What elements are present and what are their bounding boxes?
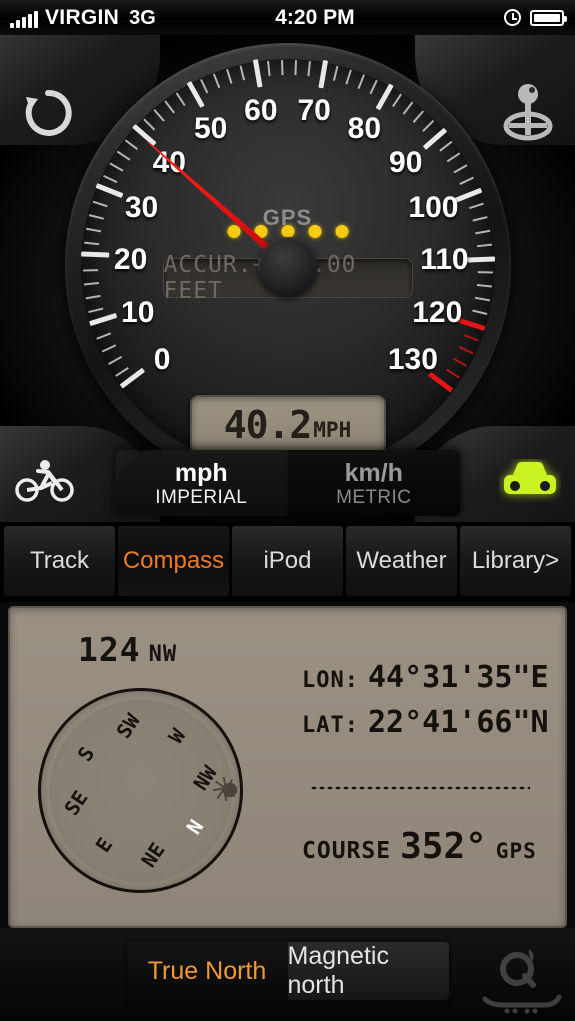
unit-selector[interactable]: mph IMPERIAL km/h METRIC (115, 450, 460, 516)
clock-icon (504, 9, 521, 26)
latitude-value: 22°41'66"N (367, 705, 549, 740)
unit-imperial-label: IMPERIAL (155, 486, 248, 508)
dial-label-110: 110 (420, 243, 469, 277)
dial-label-20: 20 (113, 243, 148, 277)
tab-bar: Track Compass iPod Weather Library> (0, 522, 575, 602)
true-north-button[interactable]: True North (126, 942, 288, 1000)
tab-library[interactable]: Library> (460, 526, 571, 596)
course-value: 352° (400, 826, 487, 867)
reset-button[interactable] (18, 83, 78, 143)
gps-dot (335, 225, 348, 238)
unit-option-metric[interactable]: km/h METRIC (287, 450, 460, 516)
speed-display: 40.2 MPH (189, 395, 386, 455)
dial-label-70: 70 (297, 94, 331, 128)
tab-weather[interactable]: Weather (346, 526, 457, 596)
tab-track[interactable]: Track (4, 526, 115, 596)
compass-heading: 124 NW (78, 630, 177, 669)
unit-option-imperial[interactable]: mph IMPERIAL (115, 450, 288, 516)
heading-degrees: 124 (78, 630, 141, 669)
network-type: 3G (129, 7, 156, 29)
unit-imperial-abbr: mph (174, 458, 228, 487)
bicycle-icon (15, 460, 74, 502)
dial-label-90: 90 (389, 145, 423, 179)
compass-rose[interactable]: N NE E SE S SW W NW (38, 688, 243, 893)
course-source: GPS (495, 839, 537, 863)
bottom-bar: True North Magnetic north (0, 928, 575, 1021)
tab-ipod[interactable]: iPod (232, 526, 343, 596)
north-mode-selector[interactable]: True North Magnetic north (126, 942, 449, 1000)
battery-icon (530, 9, 567, 26)
signal-bars-icon (10, 10, 38, 28)
course-label: COURSE (302, 838, 392, 864)
unit-metric-label: METRIC (336, 486, 412, 508)
latitude-label: LAT: (302, 713, 359, 738)
needle-hub (258, 237, 317, 295)
unit-metric-abbr: km/h (344, 458, 403, 487)
dial-label-50: 50 (193, 112, 228, 146)
gear-shift-icon (503, 84, 553, 141)
gps-dot (308, 225, 321, 238)
dial-label-30: 30 (124, 191, 159, 225)
reset-arrow-icon (25, 89, 72, 136)
status-bar: VIRGIN 3G 4:20 PM (0, 0, 575, 35)
latitude-row: LAT: 22°41'66"N (302, 705, 549, 740)
longitude-label: LON: (302, 668, 359, 693)
dial-label-10: 10 (121, 296, 155, 330)
speed-value: 40.2 (223, 403, 313, 447)
speedometer-panel: 0102030405060708090100110120130 GPS ACCU… (0, 35, 575, 522)
sabegh-logo-watermark (473, 943, 569, 1015)
bike-mode-button[interactable] (14, 459, 76, 508)
dial-label-120: 120 (412, 296, 463, 330)
coordinates-readout: LON: 44°31'35"E LAT: 22°41'66"N (302, 660, 549, 750)
heading-direction: NW (148, 642, 178, 667)
car-mode-button[interactable] (499, 459, 561, 508)
car-icon (504, 462, 556, 494)
dotted-divider (310, 786, 530, 790)
dial-label-100: 100 (408, 191, 459, 225)
carrier-name: VIRGIN (45, 6, 120, 29)
tab-compass[interactable]: Compass (118, 526, 229, 596)
dial-label-80: 80 (347, 112, 382, 146)
longitude-row: LON: 44°31'35"E (302, 660, 549, 695)
gps-dot (227, 225, 240, 238)
magnetic-north-button[interactable]: Magnetic north (287, 942, 449, 1000)
status-right (504, 9, 575, 26)
speed-unit: MPH (313, 417, 352, 442)
longitude-value: 44°31'35"E (367, 660, 549, 695)
status-left: VIRGIN 3G (0, 7, 156, 28)
gear-shift-button[interactable] (499, 81, 557, 143)
dial-label-130: 130 (387, 343, 438, 377)
course-readout: COURSE 352° GPS (302, 826, 537, 867)
dial-label-0: 0 (153, 343, 171, 377)
dial-label-60: 60 (244, 94, 278, 128)
status-time: 4:20 PM (275, 5, 355, 29)
